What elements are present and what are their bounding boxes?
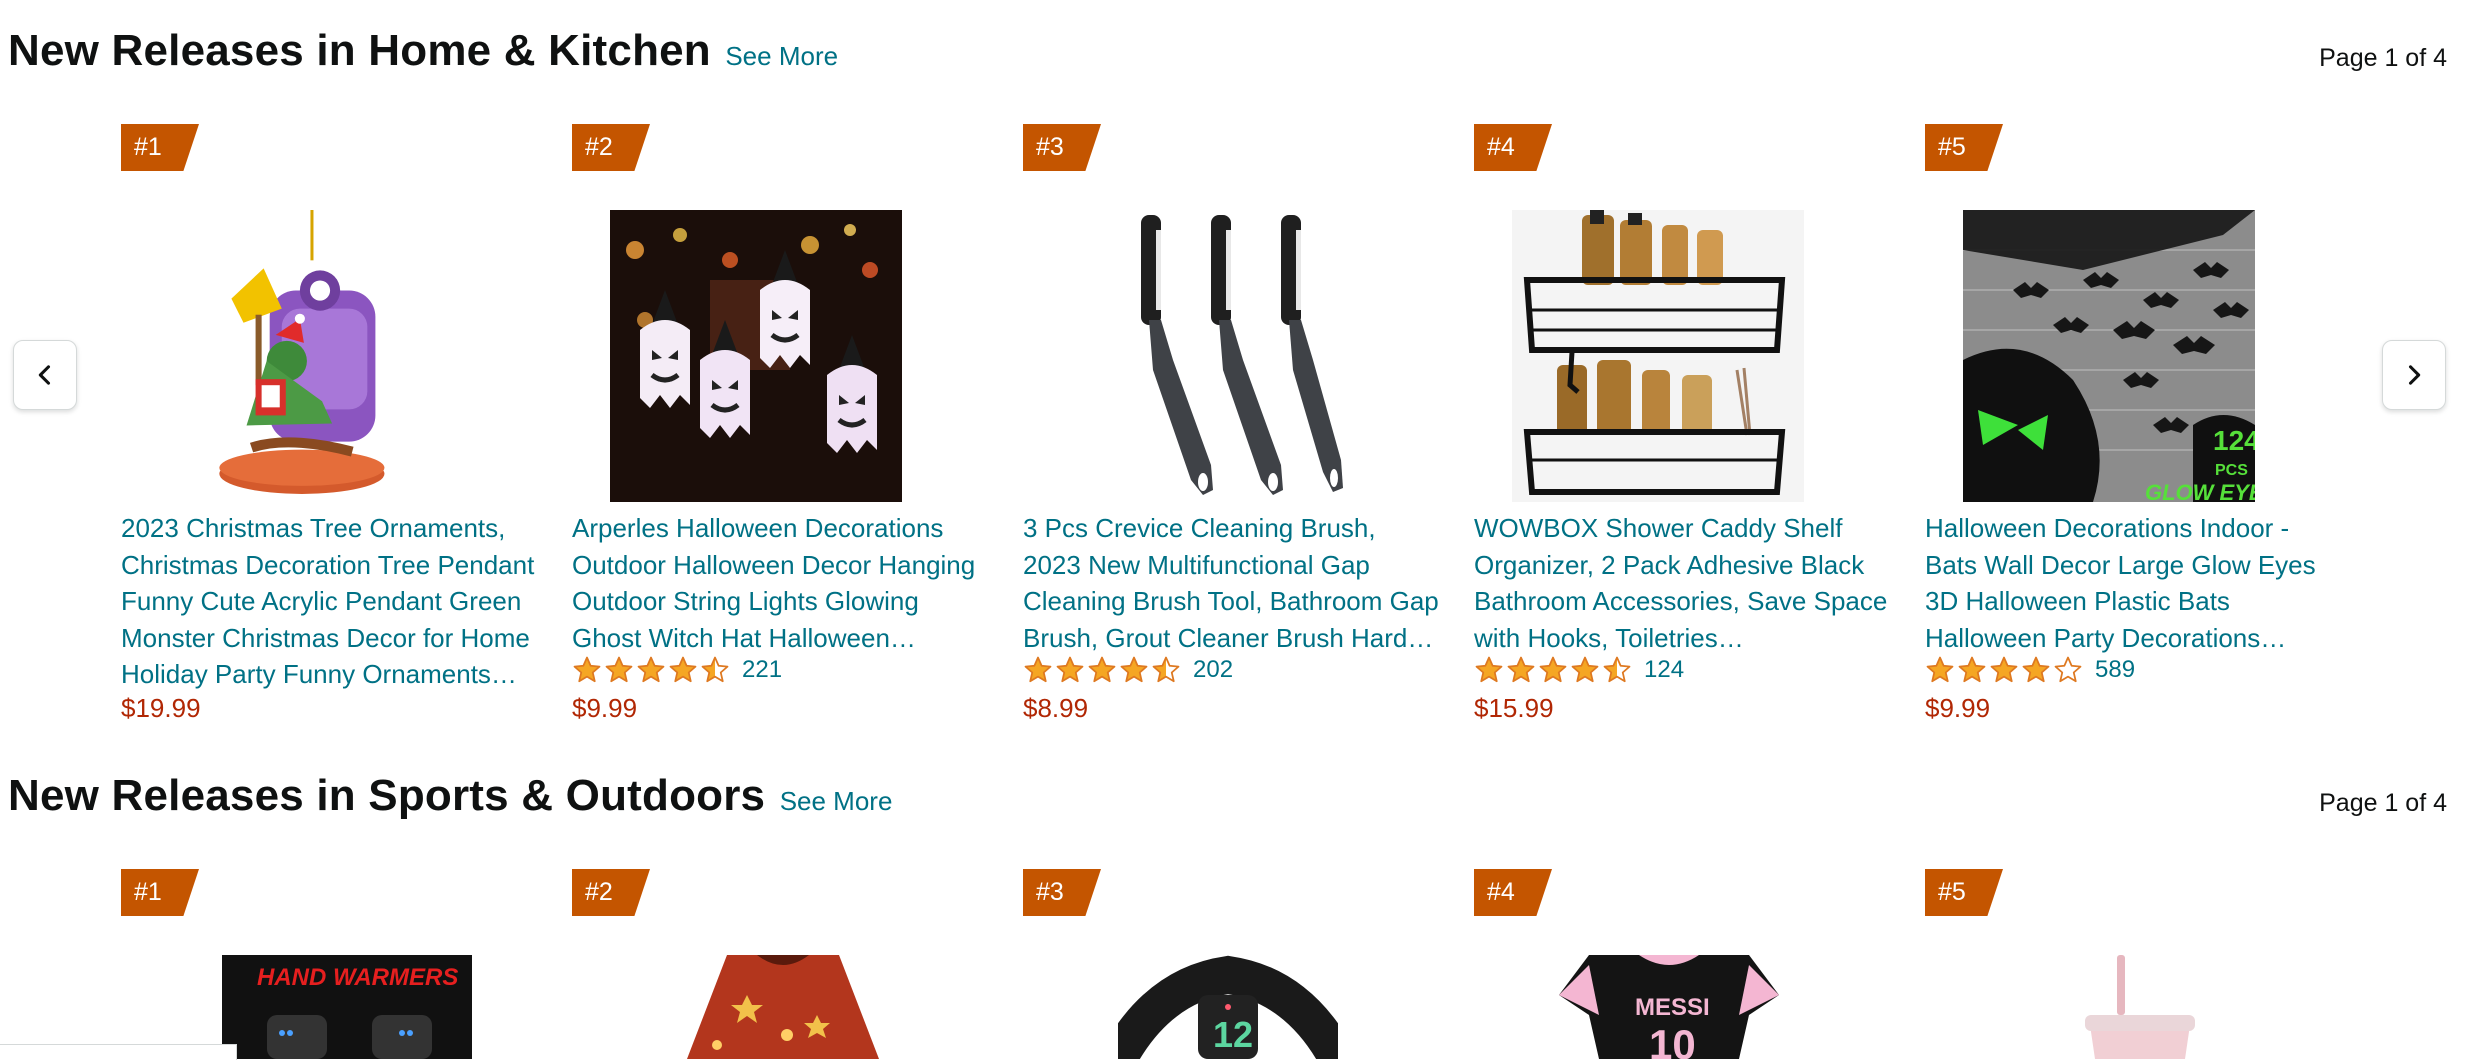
star-icon bbox=[1507, 656, 1535, 683]
product-card[interactable]: #3 3 Pcs Crevice Cleaning Brush, 2023 Ne… bbox=[1023, 0, 1443, 745]
product-image-grinch-ornament[interactable] bbox=[171, 210, 463, 502]
rank-badge: #5 bbox=[1925, 124, 2003, 171]
rank-badge: #1 bbox=[121, 869, 199, 916]
product-title-link[interactable]: Arperles Halloween Decorations Outdoor H… bbox=[572, 510, 988, 656]
image-text: 10 bbox=[1649, 1021, 1696, 1059]
review-count[interactable]: 589 bbox=[2095, 656, 2135, 684]
image-text: GLOW EYES bbox=[2145, 480, 2255, 502]
star-rating bbox=[1474, 655, 1634, 685]
product-price: $9.99 bbox=[572, 693, 638, 723]
review-count[interactable]: 221 bbox=[742, 656, 782, 684]
sports-outdoors-section: New Releases in Sports & Outdoors See Mo… bbox=[0, 745, 2469, 1059]
star-icon bbox=[605, 656, 633, 683]
image-text: 12 bbox=[1213, 1014, 1253, 1055]
product-image-ghost-lights[interactable] bbox=[610, 210, 902, 502]
star-icon bbox=[573, 656, 601, 683]
chevron-left-icon bbox=[38, 365, 51, 385]
star-icon bbox=[701, 656, 729, 683]
chevron-right-icon bbox=[2408, 365, 2421, 385]
star-icon bbox=[1152, 656, 1180, 683]
product-card[interactable]: #5 bbox=[1925, 745, 2345, 1059]
image-text: HAND WARMERS bbox=[257, 964, 458, 991]
review-count[interactable]: 124 bbox=[1644, 656, 1684, 684]
star-icon bbox=[1539, 656, 1567, 683]
product-price: $19.99 bbox=[121, 693, 201, 723]
product-title-link[interactable]: 2023 Christmas Tree Ornaments, Christmas… bbox=[121, 510, 537, 693]
product-card[interactable]: #4 WOWBOX Shower Caddy Shelf Organizer, … bbox=[1474, 0, 1894, 745]
carousel-next-button[interactable] bbox=[2382, 340, 2446, 410]
product-card[interactable]: #2 bbox=[572, 745, 992, 1059]
product-rating[interactable]: 202 bbox=[1023, 654, 1233, 686]
product-card[interactable]: #2 bbox=[572, 0, 992, 745]
carousel-prev-button[interactable] bbox=[13, 340, 77, 410]
product-card[interactable]: #3 12 bbox=[1023, 745, 1443, 1059]
star-rating bbox=[572, 655, 732, 685]
star-icon bbox=[1088, 656, 1116, 683]
scrollbar-stub bbox=[0, 1044, 237, 1060]
star-icon bbox=[1958, 656, 1986, 683]
product-price: $8.99 bbox=[1023, 693, 1089, 723]
star-icon bbox=[1056, 656, 1084, 683]
product-card[interactable]: #5 bbox=[1925, 0, 2345, 745]
rank-badge: #4 bbox=[1474, 869, 1552, 916]
product-carousel: #1 HAND WARMERS #2 #3 12 #4 MESSI 10 #5 bbox=[0, 745, 2469, 1059]
product-rating[interactable]: 589 bbox=[1925, 654, 2135, 686]
star-icon bbox=[1990, 656, 2018, 683]
product-title-link[interactable]: Halloween Decorations Indoor - Bats Wall… bbox=[1925, 510, 2341, 656]
product-rating[interactable]: 221 bbox=[572, 654, 782, 686]
product-carousel: #1 2023 Christmas Tree Ornaments, Christ… bbox=[0, 0, 2469, 745]
product-image-tumbler[interactable] bbox=[2075, 955, 2205, 1059]
product-title-link[interactable]: 3 Pcs Crevice Cleaning Brush, 2023 New M… bbox=[1023, 510, 1439, 656]
star-icon bbox=[637, 656, 665, 683]
product-card[interactable]: #1 HAND WARMERS bbox=[121, 745, 541, 1059]
star-rating bbox=[1023, 655, 1183, 685]
product-card[interactable]: #4 MESSI 10 bbox=[1474, 745, 1894, 1059]
product-image-hand-warmers[interactable]: HAND WARMERS bbox=[201, 955, 493, 1059]
image-text: PCS bbox=[2215, 462, 2248, 479]
image-text: 124 bbox=[2213, 425, 2255, 456]
rank-badge: #4 bbox=[1474, 124, 1552, 171]
star-icon bbox=[1120, 656, 1148, 683]
product-price: $15.99 bbox=[1474, 693, 1554, 723]
review-count[interactable]: 202 bbox=[1193, 656, 1233, 684]
product-image-sweatshirt[interactable] bbox=[687, 955, 879, 1059]
product-card[interactable]: #1 2023 Christmas Tree Ornaments, Christ… bbox=[121, 0, 541, 745]
star-icon bbox=[669, 656, 697, 683]
home-kitchen-section: New Releases in Home & Kitchen See More … bbox=[0, 0, 2469, 745]
rank-badge: #2 bbox=[572, 124, 650, 171]
star-icon bbox=[2022, 656, 2050, 683]
rank-badge: #5 bbox=[1925, 869, 2003, 916]
product-rating[interactable]: 124 bbox=[1474, 654, 1684, 686]
product-price: $9.99 bbox=[1925, 693, 1991, 723]
star-icon bbox=[1571, 656, 1599, 683]
star-rating bbox=[1925, 655, 2085, 685]
star-icon bbox=[1024, 656, 1052, 683]
product-title-link[interactable]: WOWBOX Shower Caddy Shelf Organizer, 2 P… bbox=[1474, 510, 1890, 656]
star-icon bbox=[2054, 656, 2082, 683]
star-icon bbox=[1475, 656, 1503, 683]
product-image-messi-jersey[interactable]: MESSI 10 bbox=[1559, 955, 1779, 1059]
rank-badge: #3 bbox=[1023, 124, 1101, 171]
rank-badge: #2 bbox=[572, 869, 650, 916]
image-text: MESSI bbox=[1635, 994, 1710, 1021]
star-icon bbox=[1926, 656, 1954, 683]
product-image-crevice-brushes[interactable] bbox=[1061, 210, 1353, 502]
rank-badge: #3 bbox=[1023, 869, 1101, 916]
product-image-fitness-band[interactable]: 12 bbox=[1118, 955, 1338, 1059]
product-image-shower-caddy[interactable] bbox=[1512, 210, 1804, 502]
product-image-wall-bats[interactable]: 124 PCS GLOW EYES bbox=[1963, 210, 2255, 502]
star-icon bbox=[1603, 656, 1631, 683]
rank-badge: #1 bbox=[121, 124, 199, 171]
